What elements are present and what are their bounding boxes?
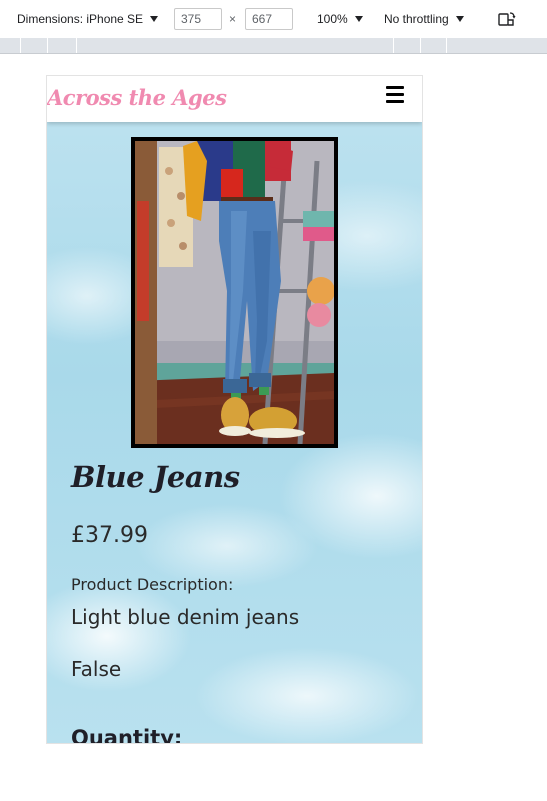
dimension-separator: × xyxy=(229,12,237,26)
throttle-select-label: No throttling xyxy=(384,12,449,26)
height-input[interactable]: 667 xyxy=(245,8,293,30)
ruler-marker xyxy=(446,38,447,53)
product-image xyxy=(131,137,338,448)
ruler-marker xyxy=(76,38,77,53)
ruler-marker xyxy=(47,38,48,53)
chevron-down-icon xyxy=(354,16,363,22)
device-viewport: Across the Ages Blue Jeans £37.99 Produc… xyxy=(46,75,423,744)
rotate-icon xyxy=(498,12,516,26)
zoom-select[interactable]: 100% xyxy=(317,0,363,38)
product-price: £37.99 xyxy=(71,523,148,548)
product-description: Light blue denim jeans xyxy=(71,605,300,629)
throttle-select[interactable]: No throttling xyxy=(384,0,464,38)
site-navbar: Across the Ages xyxy=(47,76,422,122)
ruler-marker xyxy=(420,38,421,53)
product-title: Blue Jeans xyxy=(71,460,240,494)
quantity-label: Quantity: xyxy=(71,726,183,744)
width-input[interactable]: 375 xyxy=(174,8,222,30)
product-flag-value: False xyxy=(71,657,122,681)
ruler-marker xyxy=(393,38,394,53)
brand-logo[interactable]: Across the Ages xyxy=(47,85,227,110)
device-select[interactable]: Dimensions: iPhone SE xyxy=(17,0,159,38)
devtools-device-toolbar: Dimensions: iPhone SE 375 × 667 100% No … xyxy=(0,0,547,38)
zoom-select-label: 100% xyxy=(317,12,348,26)
ruler-marker xyxy=(20,38,21,53)
rotate-button[interactable] xyxy=(498,0,516,38)
description-label: Product Description: xyxy=(71,575,234,594)
hamburger-icon[interactable] xyxy=(386,86,404,103)
device-select-label: Dimensions: iPhone SE xyxy=(17,12,144,26)
product-photo xyxy=(135,141,334,444)
chevron-down-icon xyxy=(455,16,464,22)
chevron-down-icon xyxy=(150,16,159,22)
media-query-ruler[interactable] xyxy=(0,38,547,54)
